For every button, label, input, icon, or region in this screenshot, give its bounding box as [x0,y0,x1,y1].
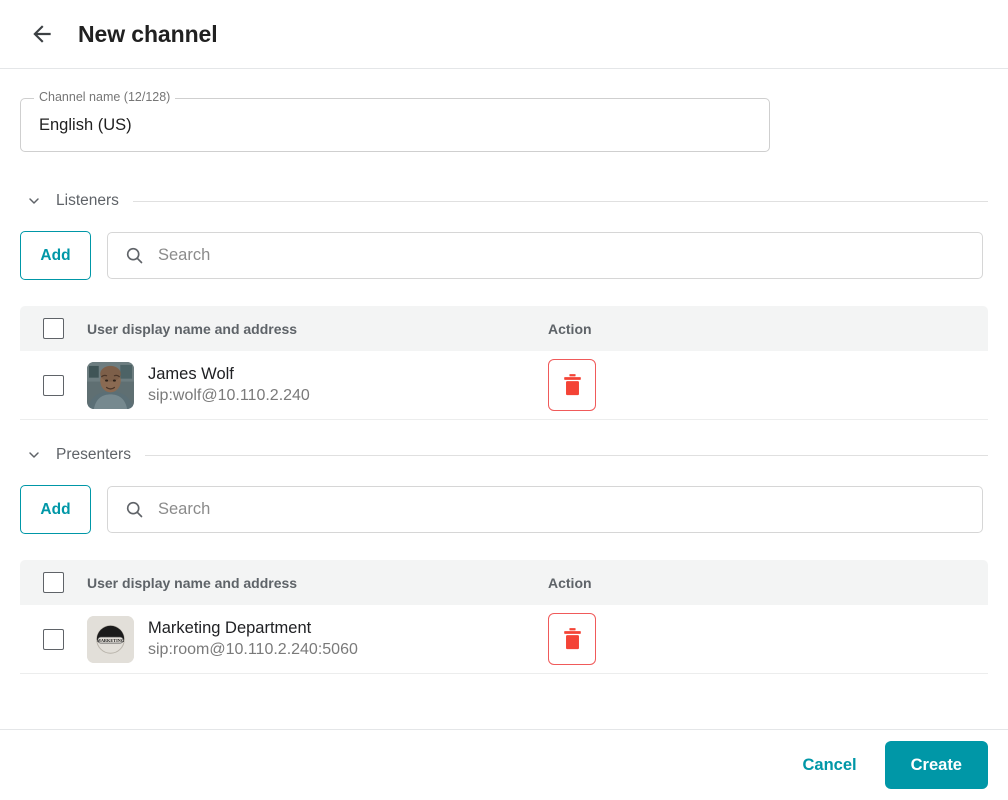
section-header-listeners[interactable]: Listeners [26,192,988,210]
presenters-search-input[interactable] [158,500,966,519]
user-text-block: James Wolf sip:wolf@10.110.2.240 [148,363,310,407]
avatar [87,361,134,409]
presenters-table: User display name and address Action MAR… [20,560,988,674]
section-divider [132,200,988,202]
cancel-button[interactable]: Cancel [785,744,875,787]
presenters-controls: Add [20,485,1008,534]
search-icon [126,501,143,518]
row-action-cell [548,613,988,665]
dialog-body: Channel name (12/128) Listeners Add [0,69,1008,729]
section-divider [144,454,988,456]
header-action-cell: Action [548,321,988,337]
chevron-down-icon[interactable] [26,447,42,463]
section-title-listeners: Listeners [56,192,119,209]
dialog-header: New channel [0,0,1008,69]
table-row[interactable]: MARKETING Marketing Department sip:room@… [20,605,988,674]
listeners-controls: Add [20,231,1008,280]
column-header-action: Action [548,320,592,337]
header-user-cell: User display name and address [87,321,548,337]
avatar: MARKETING [87,615,134,663]
new-channel-dialog: New channel Channel name (12/128) Listen… [0,0,1008,800]
column-header-user: User display name and address [87,320,298,337]
column-header-action: Action [548,574,592,591]
listeners-search-box[interactable] [107,232,983,279]
presenters-table-header: User display name and address Action [20,560,988,605]
dialog-footer: Cancel Create [0,729,1008,800]
section-title-presenters: Presenters [56,446,131,463]
channel-name-field: Channel name (12/128) [20,90,770,152]
arrow-left-icon [33,25,51,43]
row-action-cell [548,359,988,411]
table-row[interactable]: James Wolf sip:wolf@10.110.2.240 [20,351,988,420]
user-address: sip:room@10.110.2.240:5060 [148,641,358,659]
user-photo-icon [87,361,134,409]
row-select-cell [20,374,87,396]
section-header-presenters[interactable]: Presenters [26,446,988,464]
trash-icon [563,374,581,396]
room-logo-text: MARKETING [97,637,125,642]
listeners-table: User display name and address Action Jam… [20,306,988,420]
chevron-down-icon[interactable] [26,193,42,209]
listeners-search-input[interactable] [158,246,966,265]
select-all-cell [20,318,87,339]
delete-listener-button[interactable] [548,359,596,411]
trash-icon [563,628,581,650]
add-presenter-button[interactable]: Add [20,485,91,534]
listeners-table-header: User display name and address Action [20,306,988,351]
row-checkbox[interactable] [43,374,64,396]
header-action-cell: Action [548,575,988,591]
user-address: sip:wolf@10.110.2.240 [148,387,310,405]
create-button[interactable]: Create [884,741,988,789]
header-user-cell: User display name and address [87,575,548,591]
row-checkbox[interactable] [43,628,64,650]
back-button[interactable] [22,14,62,54]
row-user-cell: James Wolf sip:wolf@10.110.2.240 [87,361,548,409]
section-listeners: Listeners Add Search User display name a… [0,192,1008,420]
select-all-checkbox[interactable] [43,318,64,339]
section-presenters: Presenters Add Search User display name … [0,446,1008,674]
search-icon [126,247,143,264]
presenters-search-box[interactable] [107,486,983,533]
row-user-cell: MARKETING Marketing Department sip:room@… [87,615,548,663]
select-all-cell [20,572,87,593]
row-select-cell [20,628,87,650]
delete-presenter-button[interactable] [548,613,596,665]
add-listener-button[interactable]: Add [20,231,91,280]
channel-name-legend: Channel name (12/128) [34,90,176,104]
channel-name-box[interactable] [20,98,770,152]
user-text-block: Marketing Department sip:room@10.110.2.2… [148,617,358,661]
user-display-name: Marketing Department [148,619,312,638]
column-header-user: User display name and address [87,574,298,591]
select-all-checkbox[interactable] [43,572,64,593]
page-title: New channel [78,20,218,47]
channel-name-input[interactable] [39,115,751,135]
user-display-name: James Wolf [148,365,234,384]
room-logo-icon: MARKETING [87,615,134,663]
